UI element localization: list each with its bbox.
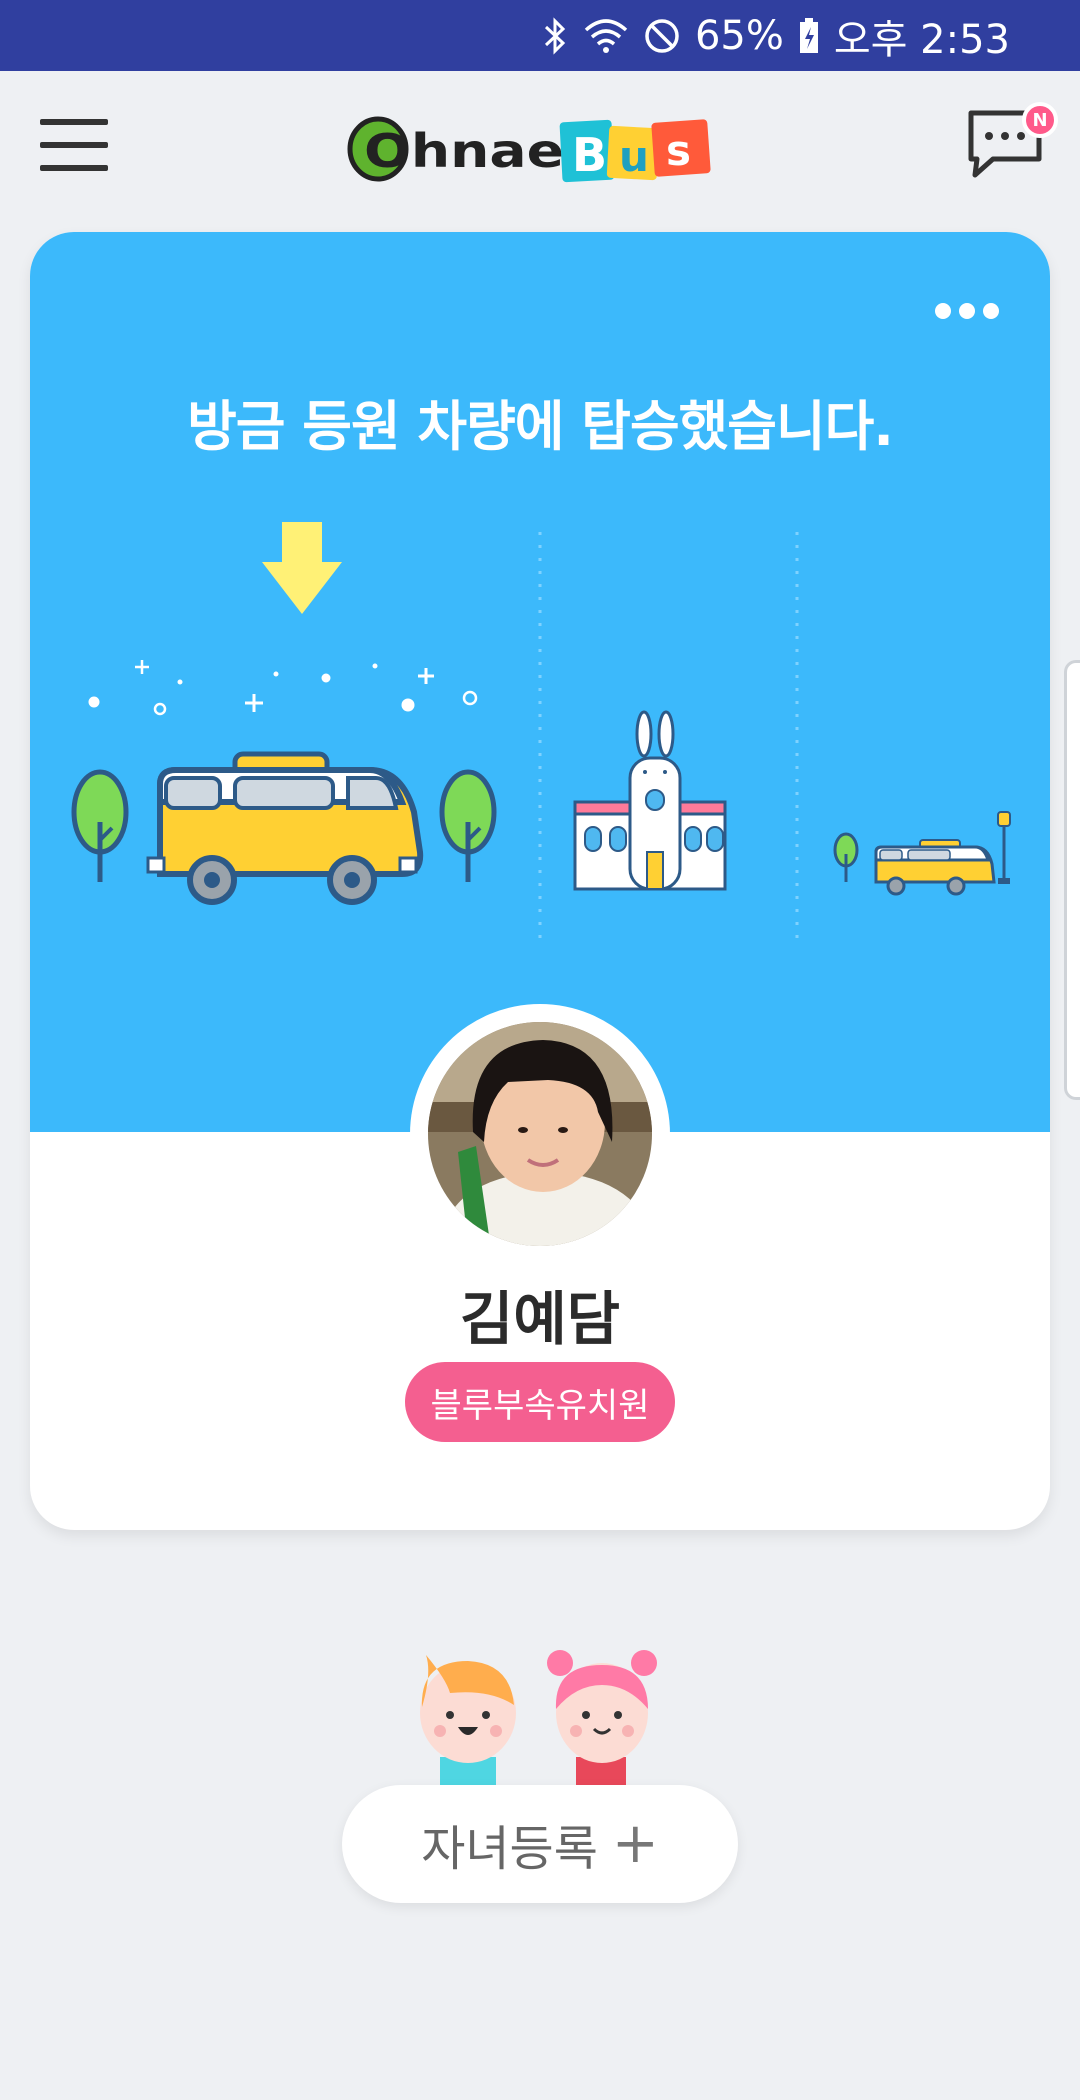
wifi-icon <box>583 16 629 56</box>
menu-button[interactable] <box>40 119 108 171</box>
do-not-disturb-icon <box>643 17 681 55</box>
small-bus-icon <box>874 839 996 896</box>
status-bar: 65% 오후 2:53 <box>0 0 1080 71</box>
logo-letter-b: B <box>572 128 607 182</box>
school-badge: 블루부속유치원 <box>405 1362 675 1442</box>
tree-icon <box>439 769 497 882</box>
bluetooth-icon <box>543 16 569 56</box>
card-header-area: 방금 등원 차량에 탑승했습니다. <box>30 232 1050 1132</box>
logo-text-ohnae: Ohnae <box>364 124 564 178</box>
girl-character-icon <box>547 1650 657 1787</box>
boarding-status-message: 방금 등원 차량에 탑승했습니다. <box>187 395 894 458</box>
new-message-badge: N <box>1022 102 1058 138</box>
menu-line <box>40 119 108 125</box>
kindergarten-building-icon <box>573 710 727 891</box>
sparkles-decoration <box>88 660 478 716</box>
more-options-button[interactable] <box>935 296 1015 326</box>
bus-route-illustration <box>30 522 1050 1042</box>
menu-line <box>40 165 108 171</box>
battery-percent: 65% <box>694 12 784 59</box>
dot-icon <box>959 303 975 319</box>
school-bus-icon <box>146 751 424 905</box>
small-tree-icon <box>833 832 859 882</box>
logo-letter-s: s <box>666 126 691 175</box>
dot-icon <box>983 303 999 319</box>
battery-charging-icon <box>798 17 820 55</box>
add-child-label: 자녀등록 <box>421 1821 598 1877</box>
add-child-button[interactable]: 자녀등록 + <box>342 1785 738 1903</box>
clock: 오후 2:53 <box>833 16 1010 63</box>
tree-icon <box>71 769 129 882</box>
ohnae-bus-logo: Ohnae B u s <box>346 107 736 187</box>
child-name: 김예담 <box>459 1285 621 1353</box>
scroll-handle[interactable] <box>1064 660 1080 1100</box>
child-photo <box>428 1022 652 1246</box>
logo-letter-u: u <box>619 132 649 181</box>
plus-icon: + <box>611 1811 659 1876</box>
boy-character-icon <box>420 1655 516 1787</box>
child-status-card: 방금 등원 차량에 탑승했습니다. 김예담 블루부속유치원 <box>30 232 1050 1530</box>
app-header: Ohnae B u s <box>0 71 1080 211</box>
child-avatar[interactable] <box>410 1004 670 1264</box>
street-lamp-icon <box>997 811 1011 884</box>
menu-line <box>40 142 108 148</box>
dot-icon <box>935 303 951 319</box>
down-arrow-icon <box>262 522 342 614</box>
kids-illustration <box>410 1645 670 1787</box>
